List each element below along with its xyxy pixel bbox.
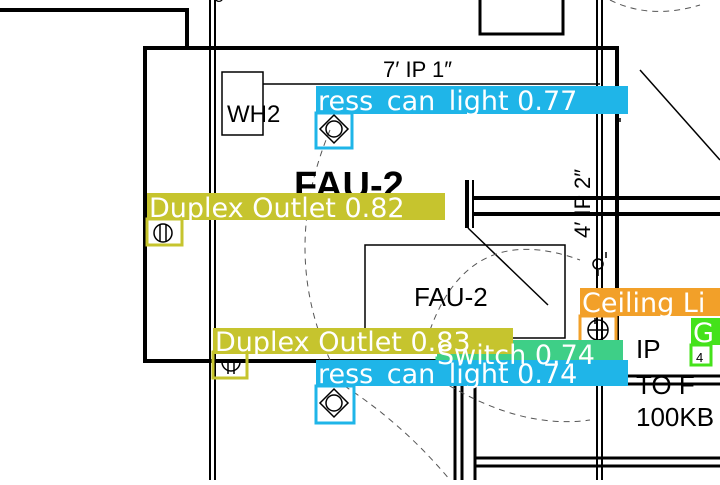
- label-ceiling-light: Ceiling Li: [582, 288, 705, 319]
- right-text-100kb: 100KB: [636, 402, 714, 432]
- cad-walls: [0, 0, 720, 480]
- wh-label: WH2: [227, 101, 280, 128]
- top-partial-text: ο: [214, 0, 224, 6]
- can-light-symbol-2-circle: [325, 394, 343, 412]
- label-duplex-2: Duplex Outlet 0.83: [215, 327, 471, 358]
- duplex-outlet-symbol-1: [153, 223, 173, 243]
- can-light-symbol-2: [318, 387, 350, 419]
- label-can-light-1: ress_can_light 0.77: [318, 86, 577, 117]
- unit-box-label: FAU-2: [414, 282, 488, 312]
- label-green: G: [693, 318, 714, 349]
- right-text-ip: IP: [636, 334, 661, 364]
- floor-plan-canvas: ο 7′ IP 1″ 4′ IP 2″ FAU-2 FAU-2 WH2 IP T…: [0, 0, 720, 481]
- can-light-symbol-1: [318, 113, 350, 145]
- duplex-outlet-symbol-2: [221, 361, 241, 372]
- label-can-light-2: ress_can_light 0.74: [318, 359, 577, 390]
- can-light-symbol-1-circle: [325, 120, 343, 138]
- label-duplex-1: Duplex Outlet 0.82: [149, 193, 405, 224]
- detection-labels: ress_can_light 0.77 Duplex Outlet 0.82 C…: [149, 86, 714, 390]
- dimension-horizontal: 7′ IP 1″: [383, 57, 452, 82]
- small-mark: 4: [696, 350, 703, 365]
- dimension-vertical: 4′ IP 2″: [570, 169, 595, 238]
- floor-plan-svg: ο 7′ IP 1″ 4′ IP 2″ FAU-2 FAU-2 WH2 IP T…: [0, 0, 720, 481]
- right-text-to: TO F: [636, 370, 695, 400]
